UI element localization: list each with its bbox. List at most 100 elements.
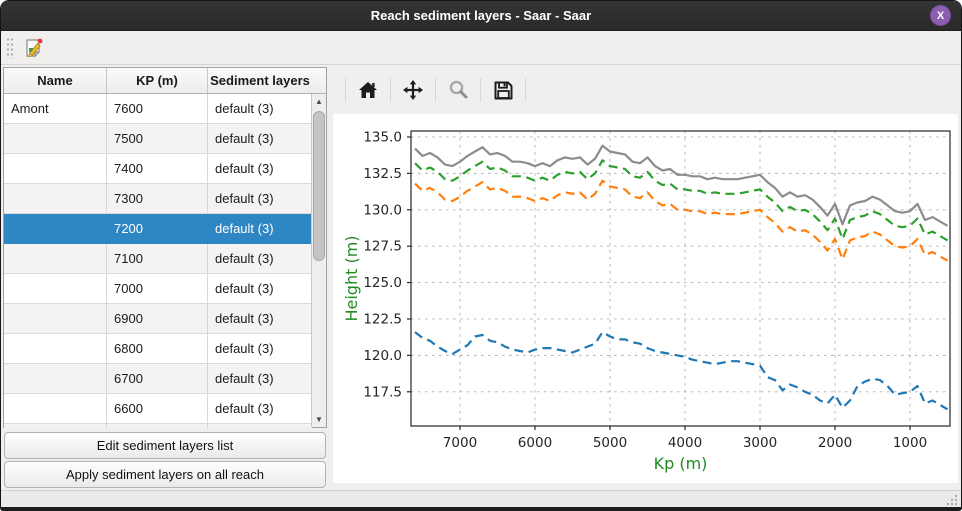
plot-canvas[interactable]: 135.0 132.5 130.0 127.5 125.0 122.5 120.0 117.5… (333, 114, 958, 483)
edit-note-icon (23, 37, 45, 59)
x-tick-label: 2000 (818, 435, 852, 451)
cell-layers: default (3) (208, 94, 312, 124)
main-toolbar (1, 32, 961, 65)
cell-kp: 6600 (107, 394, 208, 424)
column-header-kp[interactable]: KP (m) (107, 68, 208, 93)
y-tick-label: 135.0 (363, 129, 402, 145)
column-header-sediment-layers[interactable]: Sediment layers (208, 68, 312, 93)
cell-name (4, 394, 107, 424)
y-tick-label: 125.0 (363, 275, 402, 291)
cell-kp: 7100 (107, 244, 208, 274)
table-row[interactable]: 6800default (3) (4, 334, 312, 364)
cell-layers: default (3) (208, 274, 312, 304)
cell-layers: default (3) (208, 214, 312, 244)
plot-save-button[interactable] (491, 78, 515, 102)
table-row[interactable]: Amont7600default (3) (4, 94, 312, 124)
pan-move-icon (402, 79, 424, 101)
series-reach-bottom (415, 332, 948, 409)
cell-name (4, 214, 107, 244)
table-scrollbar[interactable]: ▲ ▼ (311, 94, 326, 427)
table-row[interactable]: 7100default (3) (4, 244, 312, 274)
cell-name (4, 304, 107, 334)
cell-name (4, 274, 107, 304)
y-tick-label: 132.5 (363, 166, 402, 182)
cell-kp: 6700 (107, 364, 208, 394)
column-header-name[interactable]: Name (4, 68, 107, 93)
close-button[interactable]: X (930, 5, 951, 26)
plot-zoom-button[interactable] (446, 78, 470, 102)
x-axis-label: Kp (m) (654, 454, 708, 473)
cell-name (4, 334, 107, 364)
sediment-layers-table: Name KP (m) Sediment layers Amont7600def… (3, 67, 327, 428)
cell-layers: default (3) (208, 184, 312, 214)
cell-kp: 7500 (107, 124, 208, 154)
table-row[interactable]: 6700default (3) (4, 364, 312, 394)
x-tick-label: 4000 (668, 435, 702, 451)
table-row[interactable]: 7300default (3) (4, 184, 312, 214)
cell-name: Amont (4, 94, 107, 124)
cell-layers: default (3) (208, 334, 312, 364)
cell-kp: 7400 (107, 154, 208, 184)
apply-sediment-layers-button[interactable]: Apply sediment layers on all reach (4, 461, 326, 488)
home-icon (358, 80, 378, 100)
edit-sediment-layers-list-button[interactable]: Edit sediment layers list (4, 432, 326, 459)
x-tick-label: 7000 (443, 435, 477, 451)
y-tick-label: 127.5 (363, 239, 402, 255)
table-row[interactable]: 7500default (3) (4, 124, 312, 154)
cell-layers: default (3) (208, 364, 312, 394)
x-tick-label: 5000 (593, 435, 627, 451)
cell-kp: 7600 (107, 94, 208, 124)
cell-layers: default (3) (208, 304, 312, 334)
y-tick-label: 122.5 (363, 311, 402, 327)
series-sediment-layer-1 (415, 181, 948, 261)
x-tick-label: 3000 (743, 435, 777, 451)
cell-name (4, 244, 107, 274)
y-tick-label: 130.0 (363, 202, 402, 218)
table-row[interactable]: 7000default (3) (4, 274, 312, 304)
cell-layers: default (3) (208, 424, 312, 428)
table-row[interactable]: 7200default (3) (4, 214, 312, 244)
cell-layers: default (3) (208, 124, 312, 154)
cell-name (4, 364, 107, 394)
table-row[interactable]: 6900default (3) (4, 304, 312, 334)
x-tick-label: 6000 (518, 435, 552, 451)
cell-name (4, 424, 107, 428)
plot-home-button[interactable] (356, 78, 380, 102)
cell-layers: default (3) (208, 394, 312, 424)
window-title: Reach sediment layers - Saar - Saar (371, 8, 591, 23)
table-header-row: Name KP (m) Sediment layers (4, 68, 326, 94)
y-tick-label: 120.0 (363, 348, 402, 364)
table-row[interactable]: 6500default (3) (4, 424, 312, 428)
cell-kp: 7300 (107, 184, 208, 214)
statusbar (1, 490, 961, 509)
toolbar-drag-handle[interactable] (6, 37, 14, 59)
titlebar: Reach sediment layers - Saar - Saar X (1, 1, 961, 31)
plot-pan-button[interactable] (401, 78, 425, 102)
table-row[interactable]: 6600default (3) (4, 394, 312, 424)
y-axis-label: Height (m) (342, 235, 361, 321)
scrollbar-thumb[interactable] (313, 111, 325, 261)
cell-layers: default (3) (208, 154, 312, 184)
cell-kp: 6800 (107, 334, 208, 364)
table-body: Amont7600default (3)7500default (3)7400d… (4, 94, 312, 428)
scrollbar-up-arrow-icon[interactable]: ▲ (312, 94, 326, 109)
cell-kp: 7200 (107, 214, 208, 244)
y-tick-label: 117.5 (363, 384, 402, 400)
cell-name (4, 184, 107, 214)
height-profile-chart: 135.0 132.5 130.0 127.5 125.0 122.5 120.0 117.5… (333, 114, 958, 483)
cell-layers: default (3) (208, 244, 312, 274)
x-tick-label: 1000 (893, 435, 927, 451)
save-floppy-icon (493, 80, 514, 101)
cell-kp: 7000 (107, 274, 208, 304)
cell-kp: 6500 (107, 424, 208, 428)
edit-sediment-note-button[interactable] (21, 35, 47, 61)
cell-name (4, 124, 107, 154)
cell-name (4, 154, 107, 184)
plot-toolbar (335, 75, 536, 105)
window: Reach sediment layers - Saar - Saar X Na… (0, 0, 962, 511)
magnifier-zoom-icon (447, 79, 469, 101)
cell-kp: 6900 (107, 304, 208, 334)
table-row[interactable]: 7400default (3) (4, 154, 312, 184)
resize-grip-icon[interactable] (945, 493, 959, 507)
scrollbar-down-arrow-icon[interactable]: ▼ (312, 412, 326, 427)
